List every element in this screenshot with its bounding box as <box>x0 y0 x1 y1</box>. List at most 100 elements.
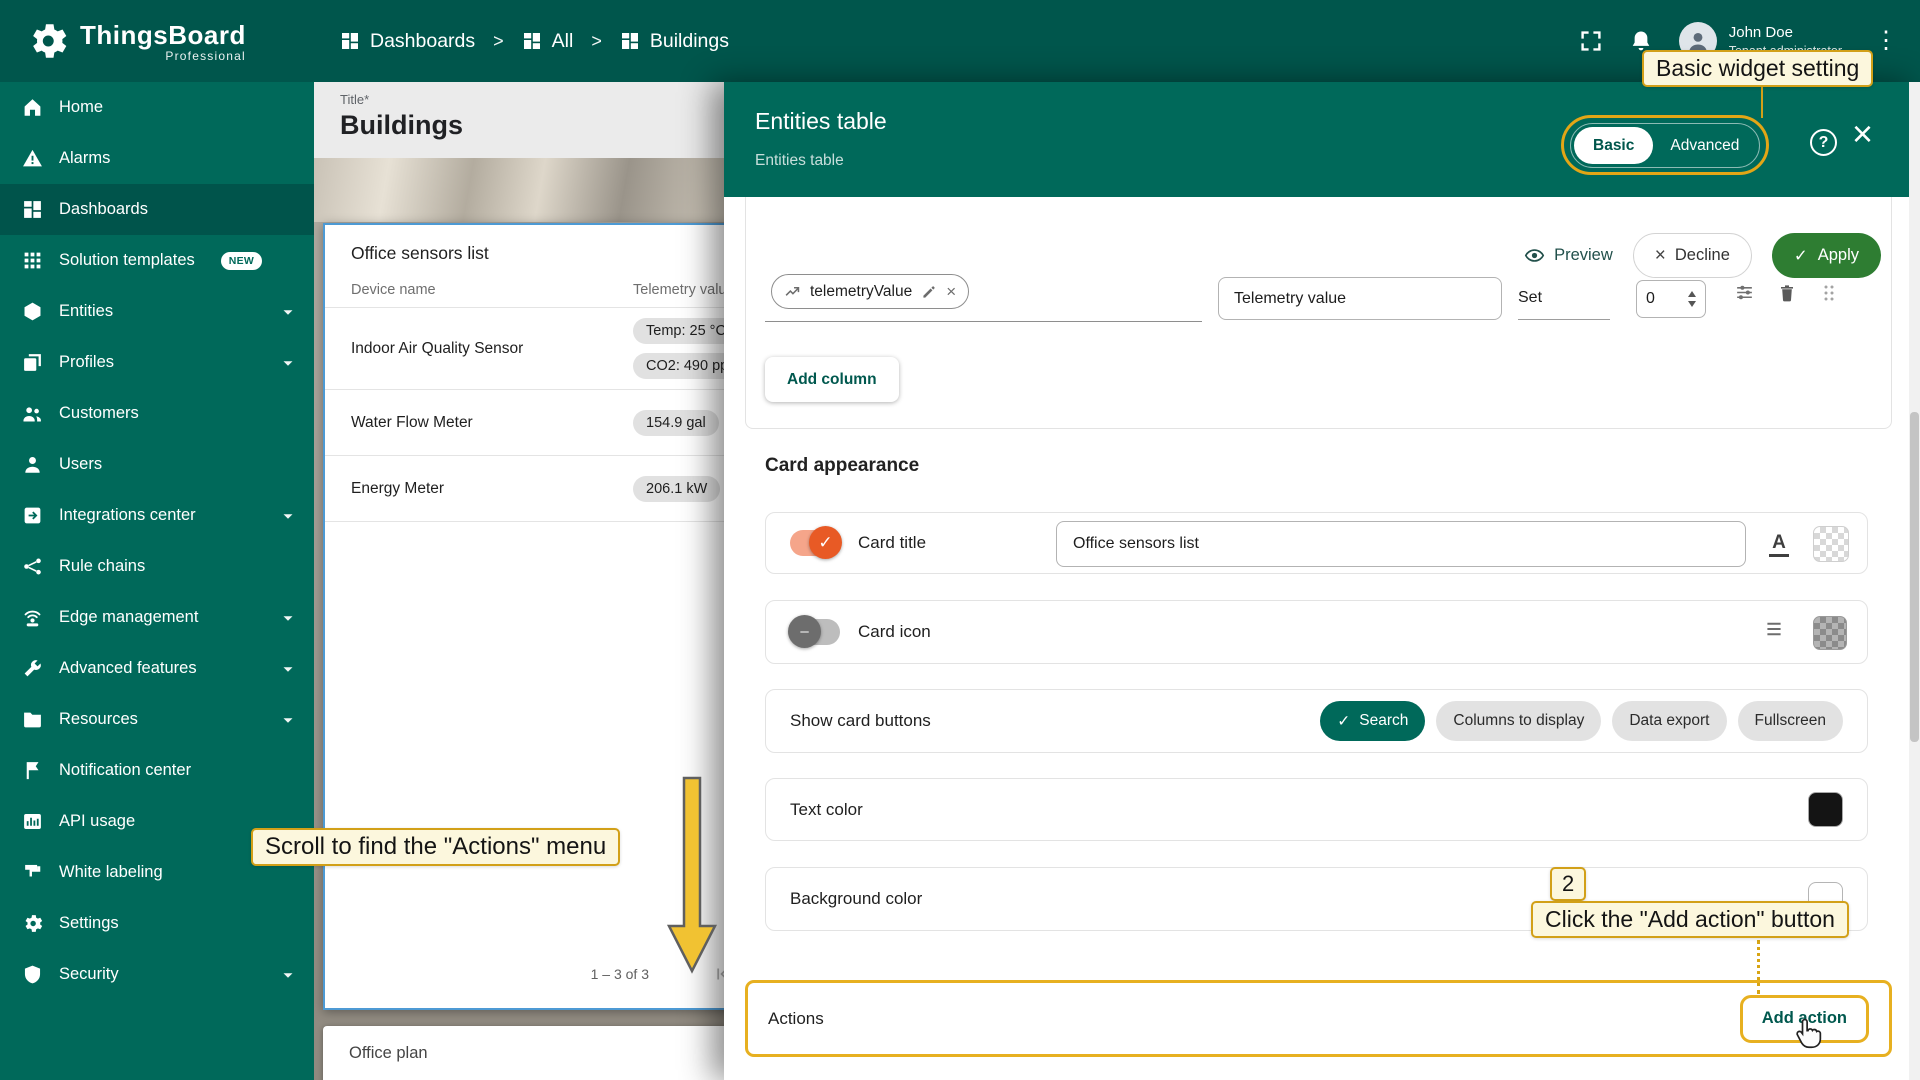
switch-dash-icon: – <box>788 615 821 648</box>
more-menu-icon[interactable]: ⋮ <box>1868 29 1904 53</box>
sidebar-item-label: Profiles <box>59 353 114 372</box>
format-text-icon[interactable]: A <box>1761 526 1797 562</box>
sidebar-item-security[interactable]: Security <box>0 949 314 1000</box>
table-row[interactable]: Energy Meter206.1 kW <box>325 456 724 522</box>
column-width-stepper[interactable]: 0 <box>1636 280 1706 318</box>
datakey-label: telemetryValue <box>810 283 912 301</box>
sidebar-item-advanced-features[interactable]: Advanced features <box>0 643 314 694</box>
panel-header: Entities table Entities table Basic Adva… <box>724 82 1920 197</box>
apply-button[interactable]: ✓ Apply <box>1772 233 1881 278</box>
card-title-switch[interactable]: ✓ <box>790 530 840 556</box>
datakey-chip[interactable]: telemetryValue × <box>771 274 969 309</box>
fullscreen-icon[interactable] <box>1579 29 1603 53</box>
card-button-columns-to-display[interactable]: Columns to display <box>1436 701 1601 741</box>
table-row[interactable]: Water Flow Meter154.9 gal <box>325 390 724 456</box>
office-plan-widget[interactable]: Office plan <box>323 1026 724 1080</box>
sidebar-item-edge-management[interactable]: Edge management <box>0 592 314 643</box>
top-bar: ThingsBoard Professional Dashboards>All>… <box>0 0 1920 82</box>
stepper-down-icon[interactable] <box>1688 301 1696 307</box>
breadcrumb-dashboards[interactable]: Dashboards <box>340 30 475 53</box>
card-button-fullscreen[interactable]: Fullscreen <box>1738 701 1844 741</box>
tab-advanced[interactable]: Advanced <box>1653 137 1756 155</box>
eye-icon <box>1524 245 1545 266</box>
remove-datakey-icon[interactable]: × <box>946 283 956 300</box>
card-icon-switch[interactable]: – <box>790 619 840 645</box>
integrations-icon <box>22 505 43 526</box>
column-settings-icon[interactable] <box>1734 282 1755 303</box>
stepper-up-icon[interactable] <box>1688 291 1696 297</box>
card-title-input[interactable]: Office sensors list <box>1056 521 1746 567</box>
sidebar-item-customers[interactable]: Customers <box>0 388 314 439</box>
sidebar-item-entities[interactable]: Entities <box>0 286 314 337</box>
dashboard-title[interactable]: Buildings <box>340 110 724 141</box>
tab-basic[interactable]: Basic <box>1574 127 1653 164</box>
users-icon <box>22 454 43 475</box>
sidebar-item-label: Edge management <box>59 608 198 627</box>
card-button-search[interactable]: ✓Search <box>1320 701 1425 741</box>
icon-list-icon[interactable] <box>1763 618 1785 640</box>
column-header-telemetry-value[interactable]: Telemetry value <box>633 282 724 298</box>
table-row[interactable]: Indoor Air Quality SensorTemp: 25 °CCO2:… <box>325 308 724 390</box>
breadcrumb-buildings[interactable]: Buildings <box>620 30 729 53</box>
sidebar-item-rule-chains[interactable]: Rule chains <box>0 541 314 592</box>
basic-advanced-toggle: Basic Advanced <box>1570 123 1760 168</box>
add-column-button[interactable]: Add column <box>765 357 899 402</box>
annotation-click-hint: Click the "Add action" button <box>1531 901 1849 938</box>
thingsboard-logo-icon <box>26 20 68 62</box>
annotation-connector-bottom <box>1757 940 1760 994</box>
dashboards-icon <box>22 199 43 220</box>
sidebar-item-integrations-center[interactable]: Integrations center <box>0 490 314 541</box>
breadcrumb-all[interactable]: All <box>522 30 574 53</box>
column-header-device-name[interactable]: Device name <box>351 282 633 298</box>
edit-pencil-icon[interactable] <box>921 284 937 300</box>
sidebar-item-settings[interactable]: Settings <box>0 898 314 949</box>
stepper-value: 0 <box>1646 290 1688 308</box>
sidebar-item-label: Rule chains <box>59 557 145 576</box>
title-background-picker[interactable] <box>1813 526 1849 562</box>
preview-button[interactable]: Preview <box>1524 245 1613 266</box>
thingsboard-logo[interactable]: ThingsBoard Professional <box>26 20 326 63</box>
help-icon[interactable]: ? <box>1810 129 1837 156</box>
sidebar-item-resources[interactable]: Resources <box>0 694 314 745</box>
chevron-down-icon <box>278 659 298 679</box>
close-icon[interactable]: × <box>1852 116 1873 152</box>
drag-handle-icon[interactable] <box>1819 283 1839 303</box>
decline-button[interactable]: × Decline <box>1633 233 1752 278</box>
sidebar-item-label: Security <box>59 965 119 984</box>
stepper-arrows[interactable] <box>1688 291 1696 307</box>
sidebar-item-users[interactable]: Users <box>0 439 314 490</box>
text-color-swatch[interactable] <box>1808 792 1843 827</box>
logo-subtitle: Professional <box>165 49 245 63</box>
solution-templates-icon <box>22 250 43 271</box>
telemetry-cell: 206.1 kW <box>633 476 720 502</box>
sidebar-item-profiles[interactable]: Profiles <box>0 337 314 388</box>
datakey-field-underline <box>765 321 1202 322</box>
preview-label: Preview <box>1554 246 1613 265</box>
card-button-data-export[interactable]: Data export <box>1612 701 1726 741</box>
dashboards-icon <box>620 31 640 51</box>
card-appearance-heading: Card appearance <box>765 455 919 477</box>
sidebar-item-solution-templates[interactable]: Solution templatesNEW <box>0 235 314 286</box>
column-label-input[interactable]: Telemetry value <box>1218 277 1502 320</box>
delete-icon[interactable] <box>1777 283 1797 303</box>
switch-check-icon: ✓ <box>809 526 842 559</box>
panel-scrollbar[interactable] <box>1909 82 1920 1080</box>
telemetry-chip: Temp: 25 °C <box>633 318 724 344</box>
x-icon: × <box>1655 246 1666 265</box>
scrollbar-thumb[interactable] <box>1910 412 1919 742</box>
sidebar-item-alarms[interactable]: Alarms <box>0 133 314 184</box>
sidebar-item-label: Integrations center <box>59 506 196 525</box>
sidebar-item-label: Solution templates <box>59 251 195 270</box>
panel-title: Entities table <box>755 108 887 135</box>
sidebar-item-dashboards[interactable]: Dashboards <box>0 184 314 235</box>
sidebar-item-notification-center[interactable]: Notification center <box>0 745 314 796</box>
sidebar-item-home[interactable]: Home <box>0 82 314 133</box>
card-title-row: ✓ Card title Office sensors list A <box>765 512 1868 574</box>
breadcrumb-separator: > <box>493 31 504 52</box>
resources-icon <box>22 709 43 730</box>
entities-table-widget[interactable]: Office sensors list Device name Telemetr… <box>323 223 724 1010</box>
sidebar-item-label: White labeling <box>59 863 163 882</box>
advanced-features-icon <box>22 658 43 679</box>
icon-color-picker[interactable] <box>1813 616 1847 650</box>
column-width-type-field[interactable]: Set <box>1518 277 1610 320</box>
